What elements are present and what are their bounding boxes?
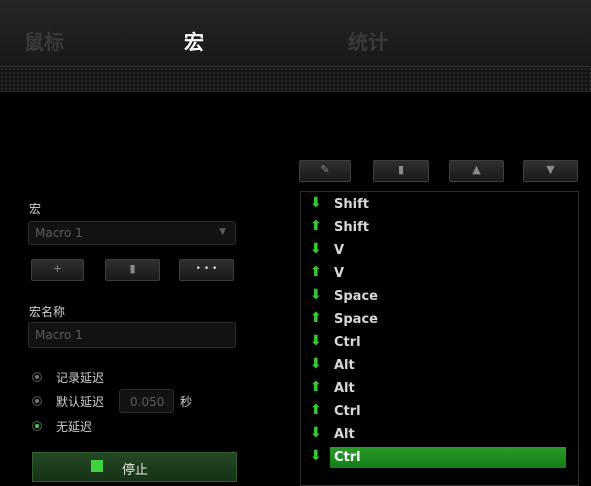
event-row[interactable]: ⬆ Shift — [301, 216, 578, 239]
event-key-label: Shift — [334, 197, 369, 212]
add-macro-button[interactable]: + — [31, 259, 84, 281]
event-key-label: Alt — [334, 427, 355, 442]
move-up-icon: ▲ — [472, 163, 481, 176]
event-key-label: Alt — [334, 358, 355, 373]
no-delay-label: 无延迟 — [56, 420, 93, 434]
more-icon: • • • — [195, 264, 218, 274]
event-row[interactable]: ⬆ Space — [301, 308, 578, 331]
stop-recording-button[interactable]: 停止 — [32, 452, 237, 482]
default-delay-value: 0.050 — [130, 395, 165, 409]
macro-name-value: Macro 1 — [35, 328, 83, 342]
radio-no-delay[interactable] — [32, 421, 42, 431]
event-row[interactable]: ⬆ Alt — [301, 377, 578, 400]
stop-icon — [91, 460, 103, 472]
default-delay-label: 默认延迟 — [56, 395, 105, 409]
event-key-label: Space — [334, 312, 378, 327]
event-key-label: Alt — [334, 381, 355, 396]
event-row[interactable]: ⬇ Ctrl — [301, 446, 578, 469]
more-options-button[interactable]: • • • — [179, 259, 234, 281]
move-down-button[interactable]: ▼ — [523, 160, 578, 182]
header-bar: 鼠标 宏 统计 — [0, 0, 591, 67]
key-down-arrow-icon: ⬇ — [310, 333, 322, 349]
macro-select[interactable]: Macro 1 ▼ — [28, 221, 236, 245]
tab-stats[interactable]: 统计 — [348, 26, 388, 55]
macro-event-list[interactable]: ⬇ Shift ⬆ Shift ⬇ V ⬆ V ⬇ Space ⬆ Space ⬇ Ctrl ⬇ Alt ⬆ Al… — [300, 191, 579, 486]
macro-label: 宏 — [29, 202, 42, 216]
trash-icon: ▮ — [129, 262, 136, 275]
event-key-label: Ctrl — [334, 335, 361, 350]
radio-default-delay[interactable] — [32, 396, 42, 406]
tab-mouse[interactable]: 鼠标 — [24, 26, 64, 55]
event-key-label: Ctrl — [334, 450, 361, 465]
texture-divider — [0, 67, 591, 92]
event-row[interactable]: ⬆ Ctrl — [301, 400, 578, 423]
macro-name-label: 宏名称 — [29, 305, 66, 319]
event-key-label: Space — [334, 289, 378, 304]
selected-row-highlight — [330, 447, 566, 468]
chevron-down-icon: ▼ — [219, 227, 226, 237]
key-up-arrow-icon: ⬆ — [310, 310, 322, 326]
event-row[interactable]: ⬇ Alt — [301, 423, 578, 446]
key-down-arrow-icon: ⬇ — [310, 241, 322, 257]
event-row[interactable]: ⬇ Ctrl — [301, 331, 578, 354]
trash-icon: ▮ — [397, 163, 405, 176]
key-up-arrow-icon: ⬆ — [310, 402, 322, 418]
seconds-unit-label: 秒 — [180, 395, 193, 409]
event-row[interactable]: ⬆ V — [301, 262, 578, 285]
radio-record-delay[interactable] — [32, 372, 42, 382]
stop-button-label: 停止 — [122, 463, 149, 478]
move-down-icon: ▼ — [546, 163, 555, 176]
pencil-icon: ✎ — [320, 163, 330, 176]
macro-name-input[interactable]: Macro 1 — [28, 322, 236, 348]
delete-macro-button[interactable]: ▮ — [105, 259, 160, 281]
key-down-arrow-icon: ⬇ — [310, 287, 322, 303]
delete-event-button[interactable]: ▮ — [373, 160, 429, 182]
event-row[interactable]: ⬇ Alt — [301, 354, 578, 377]
event-key-label: V — [334, 243, 345, 258]
edit-event-button[interactable]: ✎ — [299, 160, 351, 182]
tab-macro[interactable]: 宏 — [184, 26, 204, 55]
key-down-arrow-icon: ⬇ — [310, 448, 322, 464]
key-down-arrow-icon: ⬇ — [310, 425, 322, 441]
event-row[interactable]: ⬇ Space — [301, 285, 578, 308]
event-row[interactable]: ⬇ V — [301, 239, 578, 262]
key-up-arrow-icon: ⬆ — [310, 218, 322, 234]
move-up-button[interactable]: ▲ — [449, 160, 504, 182]
event-key-label: Shift — [334, 220, 369, 235]
key-up-arrow-icon: ⬆ — [310, 379, 322, 395]
event-key-label: V — [334, 266, 345, 281]
event-key-label: Ctrl — [334, 404, 361, 419]
event-row[interactable]: ⬇ Shift — [301, 193, 578, 216]
record-delay-label: 记录延迟 — [56, 371, 105, 385]
macro-select-value: Macro 1 — [35, 226, 83, 240]
key-down-arrow-icon: ⬇ — [310, 195, 322, 211]
add-icon: + — [52, 262, 63, 275]
key-up-arrow-icon: ⬆ — [310, 264, 322, 280]
default-delay-input[interactable]: 0.050 — [119, 389, 174, 413]
key-down-arrow-icon: ⬇ — [310, 356, 322, 372]
